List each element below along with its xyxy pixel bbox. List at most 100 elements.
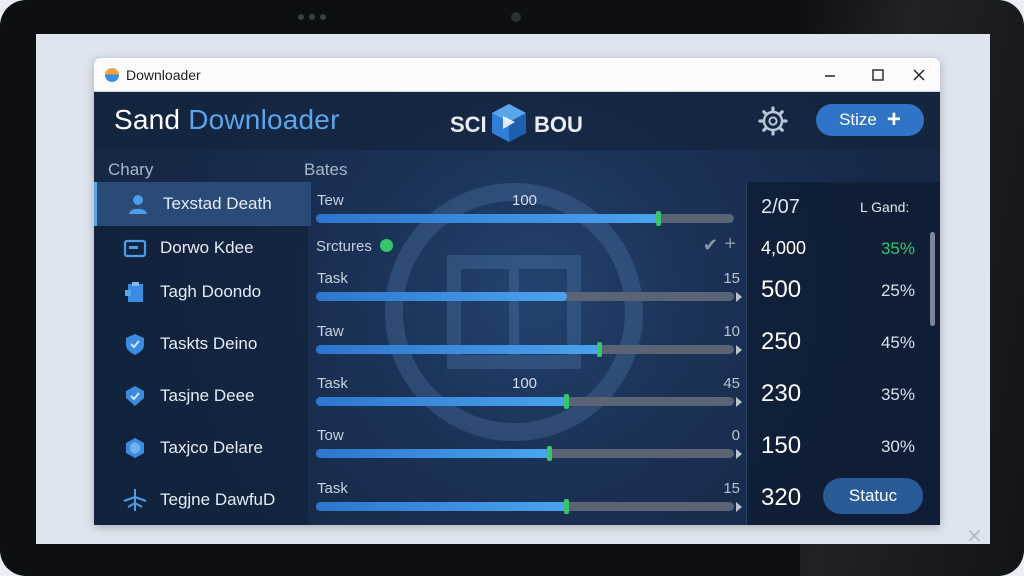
task-label: Tew bbox=[317, 192, 344, 209]
task-max: 0 bbox=[731, 427, 740, 444]
task-label: Task bbox=[317, 375, 348, 392]
status-ok-icon bbox=[380, 239, 393, 252]
status-row: Srctures ✔ + bbox=[316, 233, 740, 260]
sidebar-item-texstad-death[interactable]: Texstad Death bbox=[94, 182, 311, 226]
app-header: Sand Downloader SCI BOU Stize + bbox=[94, 92, 940, 150]
arrow-right-icon bbox=[736, 345, 742, 355]
task-row[interactable]: Tow 0 bbox=[316, 427, 742, 473]
settings-button[interactable] bbox=[758, 106, 788, 136]
task-max: 45 bbox=[723, 375, 740, 392]
task-progress-bar bbox=[316, 292, 734, 301]
task-value: 100 bbox=[512, 192, 538, 209]
sidebar-item-tasjne-deee[interactable]: Tasjne Deee bbox=[94, 374, 308, 418]
maximize-icon bbox=[872, 68, 884, 81]
stats-panel: 2/07 L Gand: 4,000 35% 500 25% 250 45% 2… bbox=[746, 182, 940, 525]
stat-percent: 30% bbox=[880, 437, 915, 456]
watermark-icon: ✕ bbox=[966, 526, 983, 544]
stat-percent: 35% bbox=[880, 385, 915, 404]
screen: Downloader Sand Downloader SCI BOU Stize… bbox=[36, 34, 990, 544]
sensor-dots bbox=[298, 14, 326, 20]
sidebar-item-label: Dorwo Kdee bbox=[160, 238, 254, 257]
app-window: Downloader Sand Downloader SCI BOU Stize… bbox=[94, 58, 940, 525]
title-bar: Downloader bbox=[94, 58, 940, 92]
minimize-button[interactable] bbox=[812, 62, 848, 87]
sidebar-item-label: Taskts Deino bbox=[160, 334, 258, 353]
plus-icon: + bbox=[886, 106, 901, 133]
close-button[interactable] bbox=[901, 62, 937, 87]
arrow-right-icon bbox=[736, 397, 742, 407]
task-progress-bar bbox=[316, 394, 734, 409]
sidebar-item-label: Taxjco Delare bbox=[160, 438, 263, 457]
stats-header-label: L Gand: bbox=[860, 199, 910, 215]
task-row[interactable]: Task 15 bbox=[316, 480, 742, 525]
stat-percent: 45% bbox=[880, 333, 915, 352]
task-progress-bar bbox=[316, 499, 734, 514]
checkmark-icon[interactable]: ✔ bbox=[703, 235, 718, 256]
sidebar-item-tagh-doondo[interactable]: Tagh Doondo bbox=[94, 270, 308, 314]
folder-icon bbox=[122, 235, 148, 261]
task-progress-bar bbox=[316, 446, 734, 461]
shield-check-icon bbox=[122, 331, 148, 357]
task-row[interactable]: Task 15 bbox=[316, 270, 742, 316]
arrow-right-icon bbox=[736, 502, 742, 512]
device-bezel: Downloader Sand Downloader SCI BOU Stize… bbox=[0, 0, 1024, 576]
task-value: 100 bbox=[512, 375, 538, 392]
cube-logo-icon bbox=[492, 104, 526, 142]
brand-first: Sand bbox=[114, 104, 181, 135]
sidebar-item-dorwo-kdee[interactable]: Dorwo Kdee bbox=[94, 226, 308, 270]
sidebar-item-label: Tagh Doondo bbox=[160, 282, 262, 301]
app-logo-icon bbox=[105, 68, 119, 82]
maximize-button[interactable] bbox=[860, 62, 896, 87]
sidebar-item-label: Tegjne DawfuD bbox=[160, 490, 276, 509]
task-row[interactable]: Taw 10 bbox=[316, 323, 742, 369]
stat-number: 500 bbox=[761, 276, 802, 303]
app-content: Sand Downloader SCI BOU Stize + Chary Ba… bbox=[94, 92, 940, 525]
close-icon bbox=[913, 69, 925, 80]
gear-icon bbox=[758, 106, 788, 136]
size-button-label: Stize bbox=[839, 110, 877, 129]
logo-left-text: SCI bbox=[450, 112, 487, 137]
stat-number: 320 bbox=[761, 484, 802, 511]
scrollbar[interactable] bbox=[930, 232, 935, 326]
task-progress-bar bbox=[316, 342, 734, 357]
shield-check-icon bbox=[122, 383, 148, 409]
task-row[interactable]: Task 100 45 bbox=[316, 375, 742, 421]
arrow-right-icon bbox=[736, 449, 742, 459]
stats-header-value: 2/07 bbox=[761, 196, 800, 218]
task-label: Task bbox=[317, 480, 348, 497]
cube-icon bbox=[122, 435, 148, 461]
stat-number: 150 bbox=[761, 432, 802, 459]
task-progress-bar bbox=[316, 211, 734, 226]
task-max: 10 bbox=[723, 323, 740, 340]
user-icon bbox=[125, 191, 151, 217]
task-label: Taw bbox=[317, 323, 344, 340]
sidebar-item-taskts-deino[interactable]: Taskts Deino bbox=[94, 322, 308, 366]
arrow-right-icon bbox=[736, 292, 742, 302]
stat-number: 4,000 bbox=[761, 238, 807, 258]
column-header-middle: Bates bbox=[304, 160, 348, 179]
stat-percent: 25% bbox=[880, 281, 915, 300]
status-button[interactable]: Statuc bbox=[823, 478, 923, 514]
sidebar-item-label: Texstad Death bbox=[163, 194, 272, 213]
sidebar-item-taxjco-delare[interactable]: Taxjco Delare bbox=[94, 426, 308, 470]
sidebar-item-label: Tasjne Deee bbox=[160, 386, 255, 405]
task-max: 15 bbox=[723, 480, 740, 497]
center-logo: SCI BOU bbox=[450, 100, 590, 144]
column-header-left: Chary bbox=[108, 160, 154, 179]
sidebar: Texstad Death Dorwo Kdee Tagh Doondo Tas… bbox=[94, 182, 311, 525]
stat-number: 250 bbox=[761, 328, 802, 355]
task-row[interactable]: Tew 100 bbox=[316, 192, 740, 238]
minimize-icon bbox=[825, 74, 835, 77]
task-label: Task bbox=[317, 270, 348, 287]
sidebar-item-tegjne-dawfud[interactable]: Tegjne DawfuD bbox=[94, 478, 308, 522]
status-label: Srctures bbox=[316, 238, 372, 255]
clipboard-icon bbox=[122, 279, 148, 305]
task-label: Tow bbox=[317, 427, 344, 444]
logo-right-text: BOU bbox=[534, 112, 583, 137]
stat-number: 230 bbox=[761, 380, 802, 407]
task-max: 15 bbox=[723, 270, 740, 287]
brand-second: Downloader bbox=[188, 104, 340, 135]
app-brand: Sand Downloader bbox=[114, 104, 340, 136]
add-icon[interactable]: + bbox=[724, 233, 736, 256]
size-button[interactable]: Stize + bbox=[816, 104, 924, 136]
